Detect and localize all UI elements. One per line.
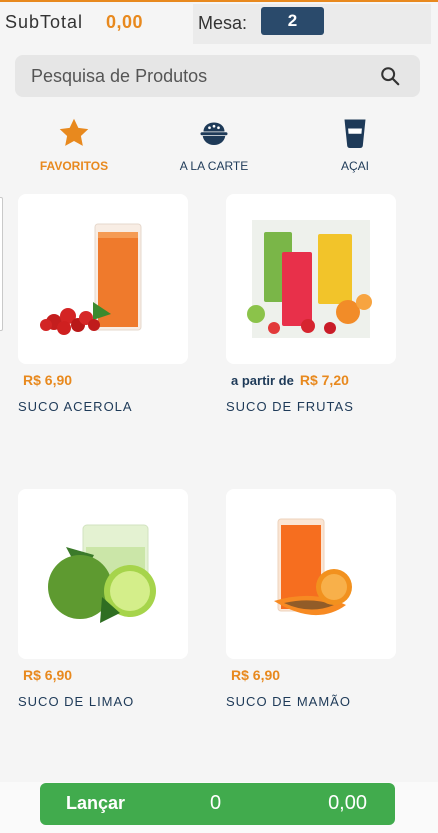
subtotal-label: SubTotal — [5, 12, 84, 32]
tab-a-la-carte[interactable]: A LA CARTE — [154, 115, 274, 173]
product-price: R$ 6,90 — [231, 667, 280, 683]
item-count: 0 — [210, 792, 222, 814]
acerola-juice-image — [40, 223, 142, 335]
tab-acai[interactable]: AÇAI — [295, 115, 415, 173]
product-card-mamao[interactable] — [226, 489, 396, 659]
header-bar: SubTotal 0,00 Mesa: 2 — [0, 2, 438, 44]
product-card-limao[interactable] — [18, 489, 188, 659]
tab-label: AÇAI — [340, 159, 369, 173]
product-price: R$ 6,90 — [23, 372, 72, 388]
price-prefix: a partir de — [231, 373, 294, 388]
search-input[interactable] — [31, 55, 371, 97]
fruit-juices-image — [247, 220, 372, 338]
product-name: SUCO DE FRUTAS — [226, 399, 354, 414]
search-icon[interactable] — [379, 65, 401, 87]
order-total: 0,00 — [328, 792, 367, 814]
scroll-handle[interactable] — [0, 197, 3, 331]
cup-icon — [344, 119, 366, 148]
product-price: R$ 6,90 — [23, 667, 72, 683]
papaya-juice-image — [274, 518, 352, 616]
product-price-value: R$ 6,90 — [231, 667, 281, 683]
tab-favoritos[interactable]: FAVORITOS — [14, 115, 134, 173]
search-bar — [15, 55, 420, 97]
product-card-acerola[interactable] — [18, 194, 188, 364]
subtotal-value: 0,00 — [106, 12, 144, 32]
tab-label: A LA CARTE — [179, 159, 249, 173]
product-price: a partir de R$ 7,20 — [231, 372, 349, 388]
product-price-value: R$ 7,20 — [299, 372, 349, 388]
product-name: SUCO DE MAMÃO — [226, 694, 351, 709]
lancar-button[interactable]: Lançar 0 0,00 — [40, 783, 395, 825]
product-price-value: R$ 6,90 — [23, 667, 73, 683]
product-price-value: R$ 6,90 — [23, 372, 73, 388]
product-name: SUCO DE LIMAO — [18, 694, 135, 709]
lime-juice-image — [48, 524, 156, 623]
mesa-label: Mesa: — [198, 13, 248, 33]
mesa-number-button[interactable]: 2 — [261, 7, 324, 35]
bowl-icon — [200, 122, 228, 145]
product-name: SUCO ACEROLA — [18, 399, 133, 414]
tab-label: FAVORITOS — [39, 159, 109, 173]
lancar-label: Lançar — [66, 793, 126, 813]
product-card-frutas[interactable] — [226, 194, 396, 364]
star-icon — [59, 118, 89, 146]
